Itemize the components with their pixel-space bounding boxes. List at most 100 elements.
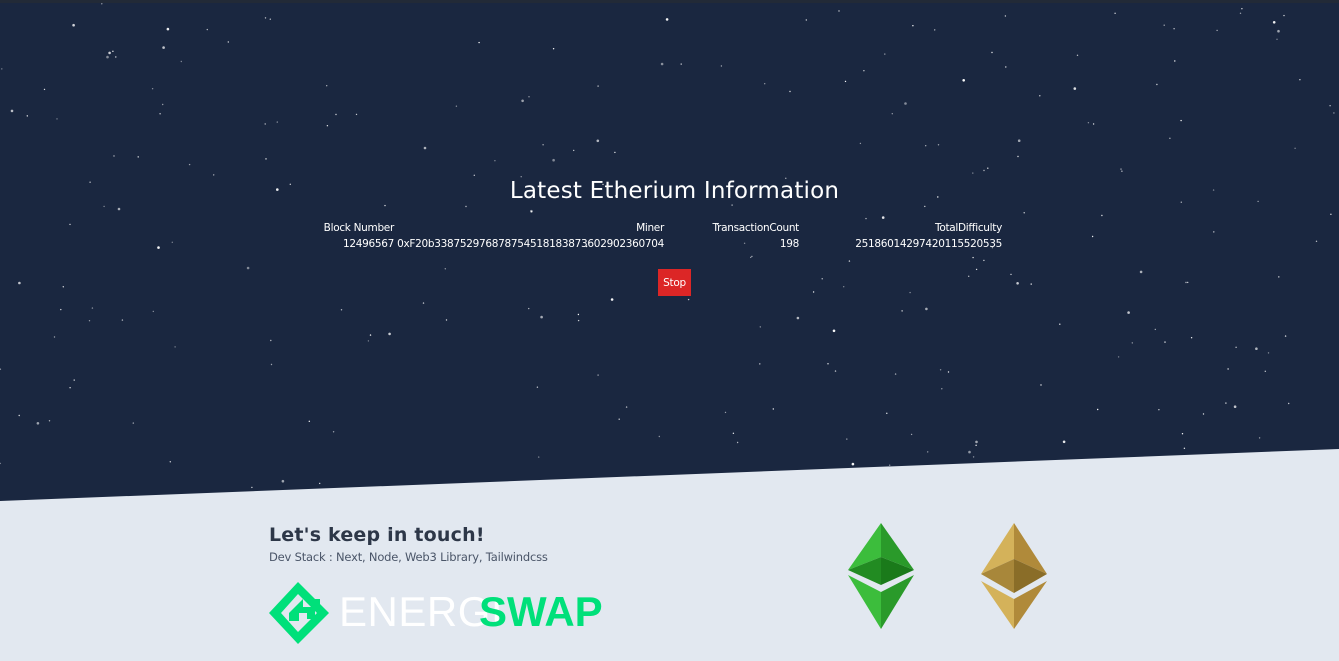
- star: [43, 88, 46, 91]
- star: [1288, 402, 1290, 405]
- star: [69, 387, 71, 389]
- star: [1127, 311, 1130, 314]
- star: [1163, 24, 1165, 26]
- star: [1255, 347, 1258, 351]
- star: [1076, 54, 1079, 56]
- footer-heading: Let's keep in touch!: [269, 524, 485, 546]
- star: [48, 420, 51, 422]
- star: [73, 379, 75, 381]
- star: [687, 298, 690, 301]
- star: [614, 151, 616, 154]
- star: [494, 160, 496, 162]
- star: [1, 68, 3, 70]
- star: [1225, 402, 1227, 404]
- cell-miner: 0xF20b3387529768787545181838736029023607…: [397, 238, 664, 250]
- star: [478, 41, 480, 44]
- star: [270, 339, 272, 342]
- star: [151, 88, 154, 90]
- star: [660, 62, 664, 66]
- star: [369, 334, 372, 336]
- star: [227, 41, 229, 43]
- star: [56, 118, 58, 120]
- cell-block-number: 12496567: [342, 238, 394, 250]
- star: [1294, 147, 1296, 149]
- star: [894, 373, 897, 375]
- star: [1092, 123, 1095, 125]
- ethereum-classic-icon: [848, 523, 914, 629]
- star: [901, 310, 903, 312]
- star: [1276, 38, 1278, 40]
- star: [750, 256, 752, 259]
- star: [0, 462, 1, 465]
- star: [1185, 281, 1187, 284]
- star: [1241, 8, 1243, 10]
- star: [1004, 15, 1007, 17]
- star: [925, 145, 927, 147]
- star: [1272, 21, 1276, 24]
- star: [536, 386, 539, 388]
- star: [577, 313, 580, 316]
- star: [246, 266, 250, 270]
- star: [455, 105, 458, 107]
- star: [1174, 60, 1176, 62]
- star: [1278, 276, 1280, 278]
- star: [1156, 83, 1158, 86]
- star: [610, 298, 614, 301]
- star: [941, 388, 943, 390]
- star: [1239, 12, 1242, 14]
- star: [132, 422, 134, 424]
- star: [319, 482, 321, 485]
- star: [206, 28, 208, 31]
- star: [843, 286, 845, 288]
- star: [180, 60, 182, 63]
- star: [269, 18, 271, 20]
- star: [596, 139, 600, 143]
- star: [1121, 170, 1123, 172]
- star: [276, 121, 278, 123]
- star: [827, 363, 829, 365]
- star: [264, 123, 266, 125]
- star: [384, 204, 386, 207]
- stop-button[interactable]: Stop: [658, 269, 691, 296]
- star: [1187, 281, 1189, 284]
- star: [796, 316, 800, 320]
- star: [308, 420, 310, 422]
- header-total-difficulty: TotalDifficulty: [934, 222, 1002, 234]
- star: [759, 326, 761, 328]
- star: [972, 456, 975, 458]
- star: [859, 142, 862, 145]
- star: [445, 319, 448, 321]
- star: [62, 286, 64, 288]
- star: [538, 456, 540, 458]
- star: [1097, 408, 1099, 411]
- star: [422, 302, 425, 304]
- star: [881, 216, 885, 219]
- star: [1329, 105, 1331, 107]
- star: [618, 418, 620, 420]
- star: [169, 461, 171, 463]
- starfield: [0, 3, 1335, 497]
- star: [1117, 356, 1120, 358]
- star: [759, 363, 761, 365]
- star: [335, 113, 337, 116]
- star: [832, 329, 836, 333]
- star: [996, 471, 998, 473]
- star: [924, 205, 926, 208]
- star: [53, 336, 56, 338]
- star: [1062, 440, 1066, 444]
- star: [1216, 29, 1218, 32]
- star: [332, 431, 335, 433]
- star: [1087, 122, 1090, 124]
- star: [1023, 212, 1025, 214]
- star: [863, 70, 865, 72]
- star: [975, 444, 977, 446]
- star: [1101, 460, 1103, 462]
- star: [1169, 137, 1171, 139]
- star: [521, 99, 524, 103]
- star: [1158, 409, 1160, 411]
- star: [1277, 29, 1280, 33]
- star: [934, 29, 936, 31]
- star: [444, 268, 446, 270]
- cell-total-difficulty: 25186014297420115520535: [855, 238, 1002, 250]
- star: [983, 169, 985, 172]
